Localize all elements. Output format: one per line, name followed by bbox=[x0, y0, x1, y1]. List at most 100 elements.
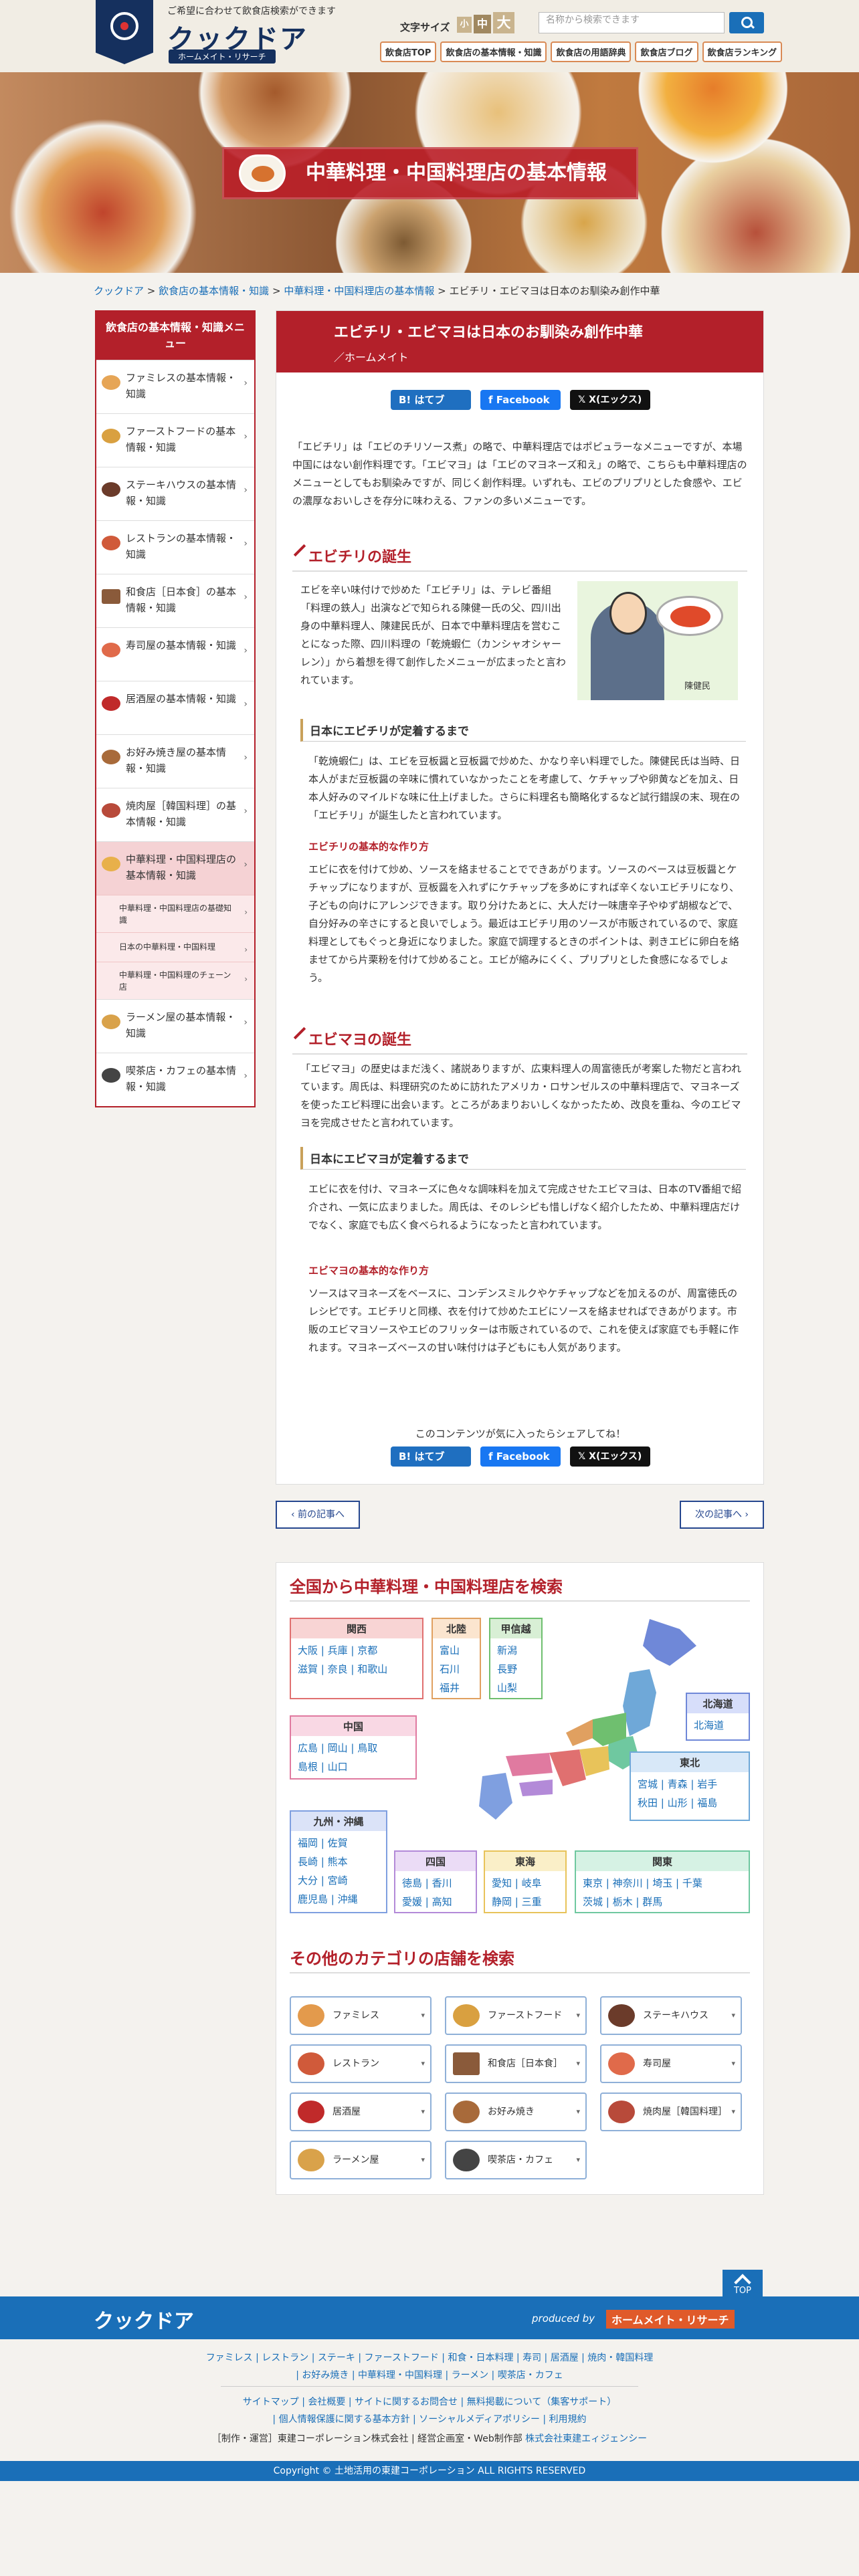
pref-kagoshima[interactable]: 鹿児島 bbox=[298, 1893, 328, 1905]
pref-oita[interactable]: 大分 bbox=[298, 1874, 318, 1887]
sidebar-item-izakaya[interactable]: 居酒屋の基本情報・知識 › bbox=[96, 681, 254, 734]
pref-hokkaido[interactable]: 北海道 bbox=[694, 1719, 724, 1731]
pref-fukuoka[interactable]: 福岡 bbox=[298, 1837, 318, 1849]
category-okonomiyaki[interactable]: お好み焼き ▾ bbox=[445, 2092, 587, 2131]
sidebar-subitem-basics[interactable]: 中華料理・中国料理店の基礎知識 › bbox=[96, 895, 254, 932]
category-steak[interactable]: ステーキハウス ▾ bbox=[600, 1996, 742, 2035]
pref-miyazaki[interactable]: 宮崎 bbox=[328, 1874, 348, 1887]
sidebar-item-chinese[interactable]: 中華料理・中国料理店の基本情報・知識 › bbox=[96, 841, 254, 895]
category-ramen[interactable]: ラーメン屋 ▾ bbox=[290, 2141, 432, 2179]
pref-fukushima[interactable]: 福島 bbox=[697, 1797, 717, 1809]
credit-link[interactable]: 株式会社東建エィジェンシー bbox=[525, 2434, 647, 2444]
breadcrumb-basic-info[interactable]: 飲食店の基本情報・知識 bbox=[159, 285, 269, 297]
pref-fukui[interactable]: 福井 bbox=[440, 1682, 460, 1694]
hatena-share-button[interactable]: B! はてブ bbox=[391, 390, 471, 410]
search-button[interactable] bbox=[729, 12, 764, 33]
pref-yamagata[interactable]: 山形 bbox=[668, 1797, 688, 1809]
pref-tottori[interactable]: 鳥取 bbox=[357, 1742, 377, 1754]
pref-saga[interactable]: 佐賀 bbox=[328, 1837, 348, 1849]
font-size-large-button[interactable]: 大 bbox=[493, 12, 514, 33]
pref-hyogo[interactable]: 兵庫 bbox=[328, 1644, 348, 1656]
pref-akita[interactable]: 秋田 bbox=[638, 1797, 658, 1809]
category-restaurant[interactable]: レストラン ▾ bbox=[290, 2044, 432, 2083]
footer-category-links[interactable]: ファミレス | レストラン | ステーキ | ファーストフード | 和食・日本料… bbox=[0, 2349, 859, 2367]
pref-okayama[interactable]: 岡山 bbox=[328, 1742, 348, 1754]
pref-gifu[interactable]: 岐阜 bbox=[522, 1877, 542, 1889]
footer-site-links-2[interactable]: | 個人情報保護に関する基本方針 | ソーシャルメディアポリシー | 利用規約 bbox=[0, 2410, 859, 2429]
pref-aichi[interactable]: 愛知 bbox=[492, 1877, 512, 1889]
pref-shiga[interactable]: 滋賀 bbox=[298, 1663, 318, 1675]
sidebar-item-okonomiyaki[interactable]: お好み焼き屋の基本情報・知識 › bbox=[96, 734, 254, 788]
pref-kyoto[interactable]: 京都 bbox=[357, 1644, 377, 1656]
pref-aomori[interactable]: 青森 bbox=[668, 1778, 688, 1790]
pref-tochigi[interactable]: 栃木 bbox=[613, 1896, 633, 1908]
sidebar-item-yakiniku[interactable]: 焼肉屋［韓国料理］の基本情報・知識 › bbox=[96, 788, 254, 841]
pref-kumamoto[interactable]: 熊本 bbox=[328, 1856, 348, 1868]
pref-kanagawa[interactable]: 神奈川 bbox=[613, 1877, 643, 1889]
category-family-restaurant[interactable]: ファミレス ▾ bbox=[290, 1996, 432, 2035]
pref-toyama[interactable]: 富山 bbox=[440, 1644, 460, 1656]
breadcrumb-chinese[interactable]: 中華料理・中国料理店の基本情報 bbox=[284, 285, 434, 297]
category-yakiniku[interactable]: 焼肉屋［韓国料理］ ▾ bbox=[600, 2092, 742, 2131]
sidebar-subitem-japan-chinese[interactable]: 日本の中華料理・中国料理 › bbox=[96, 932, 254, 962]
breadcrumb-home[interactable]: クックドア bbox=[94, 285, 144, 297]
pref-saitama[interactable]: 埼玉 bbox=[652, 1877, 672, 1889]
sidebar-item-japanese[interactable]: 和食店［日本食］の基本情報・知識 › bbox=[96, 574, 254, 627]
nav-blog[interactable]: 飲食店ブログ bbox=[635, 41, 698, 62]
facebook-share-button[interactable]: f Facebook bbox=[480, 390, 561, 410]
logo-plate-icon[interactable] bbox=[96, 0, 153, 64]
pref-tokyo[interactable]: 東京 bbox=[583, 1877, 603, 1889]
nav-top[interactable]: 飲食店TOP bbox=[380, 41, 437, 62]
pref-okinawa[interactable]: 沖縄 bbox=[338, 1893, 358, 1905]
category-japanese[interactable]: 和食店［日本食］ ▾ bbox=[445, 2044, 587, 2083]
pref-ibaraki[interactable]: 茨城 bbox=[583, 1896, 603, 1908]
pref-iwate[interactable]: 岩手 bbox=[697, 1778, 717, 1790]
x-share-button[interactable]: 𝕏 X(エックス) bbox=[570, 390, 650, 410]
sidebar-item-cafe[interactable]: 喫茶店・カフェの基本情報・知識 › bbox=[96, 1053, 254, 1106]
sidebar-item-restaurant[interactable]: レストランの基本情報・知識 › bbox=[96, 520, 254, 574]
pref-nagano[interactable]: 長野 bbox=[497, 1663, 517, 1675]
nav-ranking[interactable]: 飲食店ランキング bbox=[702, 41, 783, 62]
font-size-medium-button[interactable]: 中 bbox=[474, 15, 491, 33]
pref-shimane[interactable]: 島根 bbox=[298, 1761, 318, 1773]
footer-brand-logo[interactable]: ホームメイト・リサーチ bbox=[606, 2310, 735, 2329]
category-sushi[interactable]: 寿司屋 ▾ bbox=[600, 2044, 742, 2083]
sidebar-item-ramen[interactable]: ラーメン屋の基本情報・知識 › bbox=[96, 999, 254, 1053]
pref-miyagi[interactable]: 宮城 bbox=[638, 1778, 658, 1790]
pref-chiba[interactable]: 千葉 bbox=[682, 1877, 702, 1889]
category-cafe[interactable]: 喫茶店・カフェ ▾ bbox=[445, 2141, 587, 2179]
footer-site-links[interactable]: サイトマップ | 会社概要 | サイトに関するお問合せ | 無料掲載について（集… bbox=[0, 2393, 859, 2411]
pref-kagawa[interactable]: 香川 bbox=[432, 1877, 452, 1889]
sidebar-item-family-restaurant[interactable]: ファミレスの基本情報・知識 › bbox=[96, 360, 254, 413]
pref-shizuoka[interactable]: 静岡 bbox=[492, 1896, 512, 1908]
sidebar-item-fast-food[interactable]: ファーストフードの基本情報・知識 › bbox=[96, 413, 254, 467]
prev-article-button[interactable]: ‹ 前の記事へ bbox=[276, 1501, 360, 1529]
pref-niigata[interactable]: 新潟 bbox=[497, 1644, 517, 1656]
facebook-share-button[interactable]: f Facebook bbox=[480, 1446, 561, 1467]
pref-ishikawa[interactable]: 石川 bbox=[440, 1663, 460, 1675]
pref-osaka[interactable]: 大阪 bbox=[298, 1644, 318, 1656]
pref-nagasaki[interactable]: 長崎 bbox=[298, 1856, 318, 1868]
pref-kochi[interactable]: 高知 bbox=[432, 1896, 452, 1908]
pref-mie[interactable]: 三重 bbox=[522, 1896, 542, 1908]
footer-logo[interactable]: クックドア bbox=[94, 2304, 194, 2334]
pref-ehime[interactable]: 愛媛 bbox=[402, 1896, 422, 1908]
footer-category-links-2[interactable]: | お好み焼き | 中華料理・中国料理 | ラーメン | 喫茶店・カフェ bbox=[0, 2366, 859, 2385]
pref-gunma[interactable]: 群馬 bbox=[642, 1896, 662, 1908]
category-izakaya[interactable]: 居酒屋 ▾ bbox=[290, 2092, 432, 2131]
nav-basic-info[interactable]: 飲食店の基本情報・知識 bbox=[440, 41, 547, 62]
font-size-small-button[interactable]: 小 bbox=[457, 17, 472, 33]
pref-tokushima[interactable]: 徳島 bbox=[402, 1877, 422, 1889]
hatena-share-button[interactable]: B! はてブ bbox=[391, 1446, 471, 1467]
pref-yamanashi[interactable]: 山梨 bbox=[497, 1682, 517, 1694]
sidebar-subitem-chains[interactable]: 中華料理・中国料理のチェーン店 › bbox=[96, 962, 254, 999]
sidebar-item-sushi[interactable]: 寿司屋の基本情報・知識 › bbox=[96, 627, 254, 681]
pref-yamaguchi[interactable]: 山口 bbox=[328, 1761, 348, 1773]
pref-wakayama[interactable]: 和歌山 bbox=[357, 1663, 387, 1675]
next-article-button[interactable]: 次の記事へ › bbox=[680, 1501, 764, 1529]
pref-hiroshima[interactable]: 広島 bbox=[298, 1742, 318, 1754]
search-input[interactable]: 名称から検索できます bbox=[539, 12, 725, 33]
x-share-button[interactable]: 𝕏 X(エックス) bbox=[570, 1446, 650, 1467]
pref-nara[interactable]: 奈良 bbox=[328, 1663, 348, 1675]
category-fast-food[interactable]: ファーストフード ▾ bbox=[445, 1996, 587, 2035]
